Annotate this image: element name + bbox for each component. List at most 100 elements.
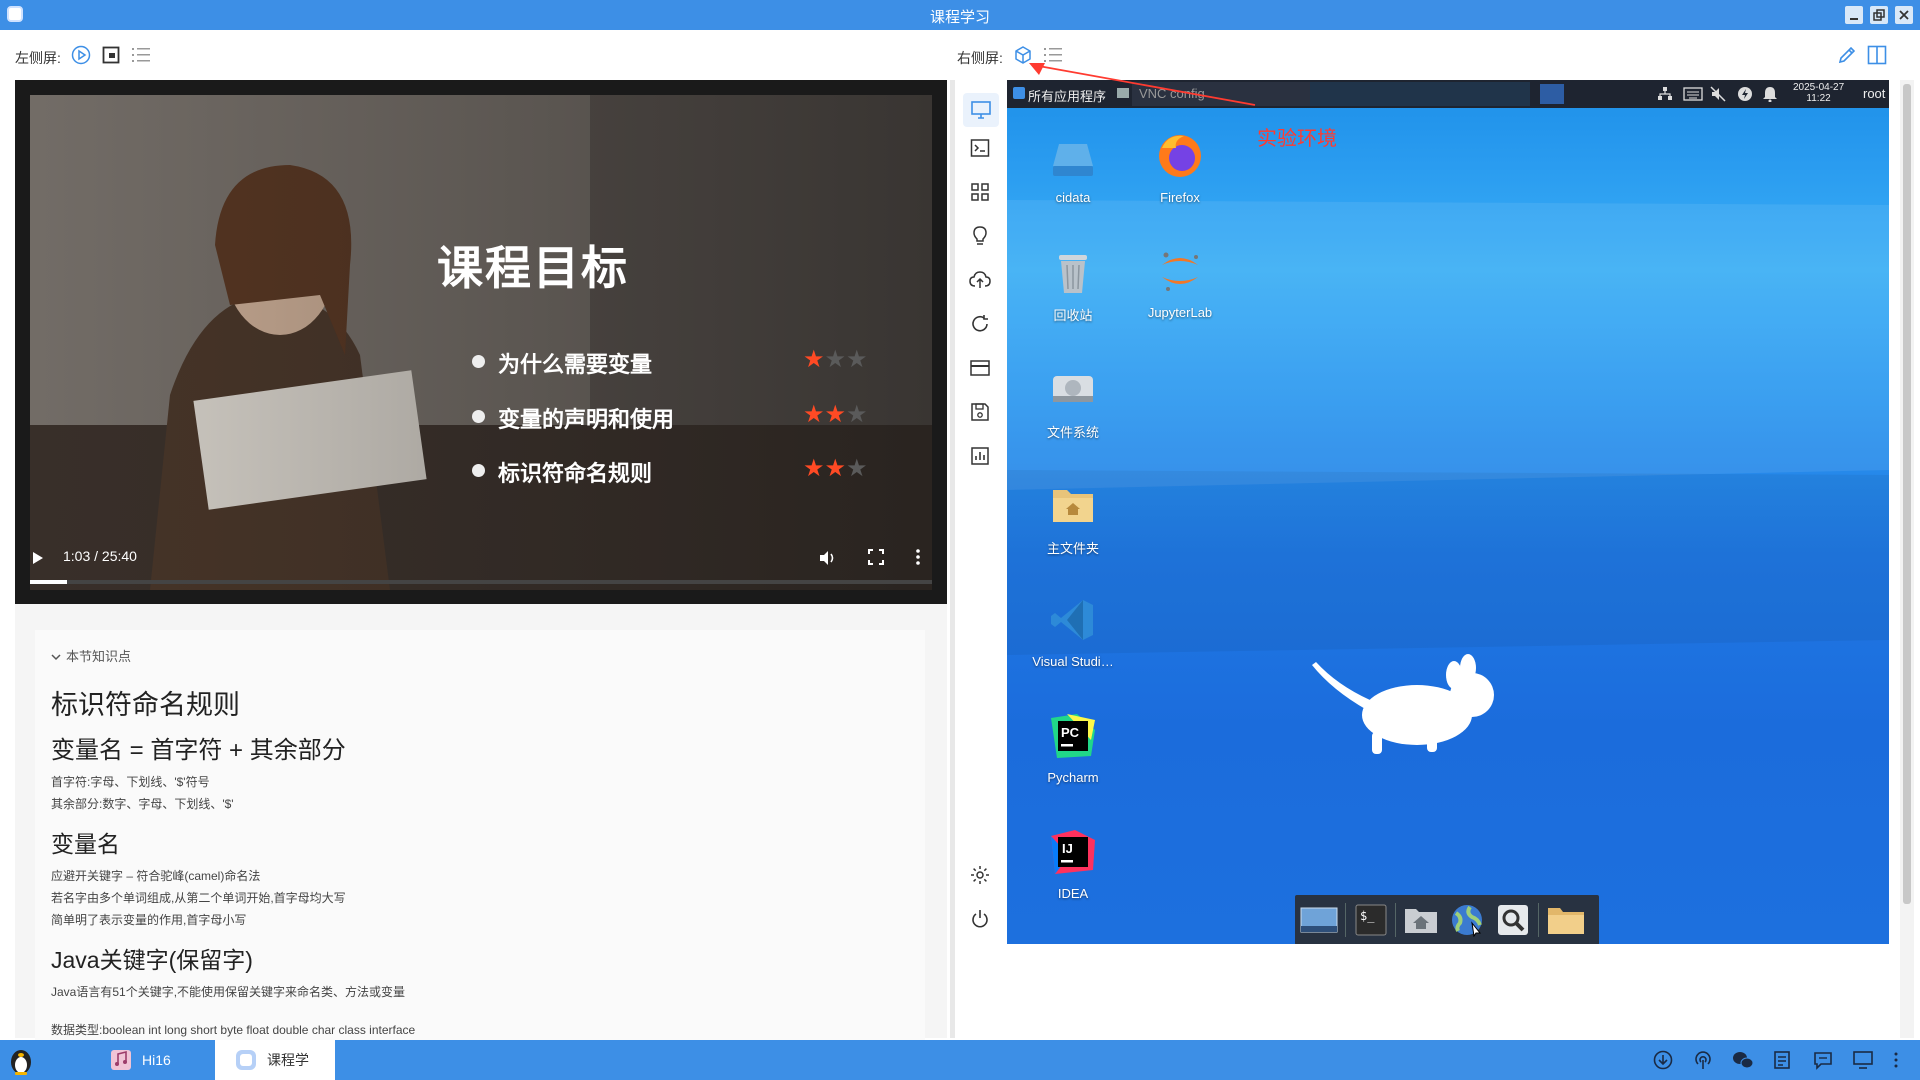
desktop-icon-trash[interactable]: 回收站 — [1023, 245, 1123, 324]
lightbulb-icon[interactable] — [969, 225, 991, 247]
text-line: 其余部分:数字、字母、下划线、'$' — [51, 797, 234, 811]
penguin-icon[interactable] — [6, 1045, 36, 1075]
star-empty-icon: ★ — [846, 455, 868, 482]
wechat-icon[interactable] — [1732, 1049, 1754, 1071]
desktop-icon-idea[interactable]: IJ IDEA — [1023, 826, 1123, 901]
notification-bell-icon[interactable] — [1763, 86, 1777, 102]
text-line: 数据类型:boolean int long short byte float d… — [51, 1023, 416, 1037]
annotation-label: 实验环境 — [1257, 128, 1337, 150]
power-status-icon[interactable] — [1737, 86, 1753, 102]
heading-java-keywords: Java关键字(保留字) — [51, 947, 253, 973]
fullscreen-icon[interactable] — [868, 549, 884, 565]
trash-icon — [1047, 245, 1099, 297]
os-taskbar: Hi16 课程学 — [0, 1040, 1920, 1080]
web-browser-icon[interactable] — [1447, 900, 1487, 940]
video-player[interactable]: 课程目标 为什么需要变量 变量的声明和使用 标识符命名规则 ★★★ ★★★ ★★… — [15, 80, 947, 604]
show-desktop-icon[interactable] — [1299, 900, 1339, 940]
home-folder-icon[interactable] — [1401, 900, 1441, 940]
folder-icon[interactable] — [1546, 900, 1586, 940]
dock-separator — [1345, 903, 1346, 937]
panel-clock[interactable]: 2025-04-27 11:22 — [1793, 82, 1844, 104]
play-circle-icon[interactable] — [70, 44, 92, 66]
svg-text:IJ: IJ — [1062, 841, 1073, 856]
more-icon[interactable] — [1890, 1049, 1902, 1071]
text-line: 若名字由多个单词组成,从第二个单词开始,首字母均大写 — [51, 891, 346, 905]
whisker-menu-icon[interactable] — [1013, 87, 1025, 99]
minimize-icon[interactable] — [1845, 6, 1863, 24]
toolbar: 左侧屏: 右侧屏: — [0, 30, 1920, 80]
desktop-icon-vscode[interactable]: Visual Studi… — [1023, 594, 1123, 669]
mute-icon[interactable] — [1710, 86, 1726, 102]
search-icon[interactable] — [1493, 900, 1533, 940]
list-icon[interactable] — [130, 44, 152, 66]
knowledge-header[interactable]: 本节知识点 — [51, 646, 909, 665]
star-filled-icon: ★ — [803, 455, 825, 482]
apps-grid-icon[interactable] — [969, 181, 991, 203]
desktop-icon-cidata[interactable]: cidata — [1023, 130, 1123, 205]
text-line: 应避开关键字 – 符合驼峰(camel)命名法 — [51, 869, 261, 883]
cloud-upload-icon[interactable] — [969, 269, 991, 291]
knowledge-header-label: 本节知识点 — [66, 649, 132, 664]
terminal-icon[interactable]: $_ — [1351, 900, 1391, 940]
app-icon — [236, 1050, 256, 1070]
user-label[interactable]: root — [1863, 86, 1885, 101]
title-bar: 课程学习 — [0, 0, 1920, 30]
idea-icon: IJ — [1047, 826, 1099, 878]
firefox-icon — [1154, 130, 1206, 182]
task-hi16[interactable]: Hi16 — [110, 1040, 210, 1080]
desktop-icon-firefox[interactable]: Firefox — [1130, 130, 1230, 205]
svg-text:$_: $_ — [1360, 909, 1375, 923]
rating-stars-2: ★★★ — [803, 400, 868, 429]
scrollbar-thumb[interactable] — [1903, 84, 1911, 904]
split-view-icon[interactable] — [1866, 44, 1888, 66]
refresh-icon[interactable] — [969, 313, 991, 335]
pencil-icon[interactable] — [1836, 44, 1858, 66]
chat-icon[interactable] — [1812, 1049, 1834, 1071]
download-icon[interactable] — [1652, 1049, 1674, 1071]
window-title: 课程学习 — [929, 9, 990, 26]
hotspot-icon[interactable] — [1692, 1049, 1714, 1071]
card-icon[interactable] — [969, 357, 991, 379]
workspace-switcher[interactable] — [1540, 84, 1564, 104]
browser-icon[interactable] — [100, 44, 122, 66]
remote-desktop[interactable]: 所有应用程序 VNC config 2025-04-27 11:22 root — [1007, 80, 1889, 944]
right-screen-label: 右侧屏: — [957, 50, 1003, 66]
right-scrollbar[interactable] — [1900, 80, 1914, 1038]
star-filled-icon: ★ — [803, 401, 825, 428]
dock-separator — [1395, 903, 1396, 937]
settings-icon[interactable] — [969, 864, 991, 886]
chart-icon[interactable] — [969, 445, 991, 467]
desktop-icon-home[interactable]: 主文件夹 — [1023, 478, 1123, 557]
star-filled-icon: ★ — [803, 346, 825, 373]
music-icon — [111, 1050, 131, 1070]
restore-icon[interactable] — [1870, 6, 1888, 24]
power-icon[interactable] — [969, 908, 991, 930]
close-icon[interactable] — [1895, 6, 1913, 24]
video-progress-bar[interactable] — [30, 580, 932, 584]
star-empty-icon: ★ — [824, 346, 847, 373]
play-icon[interactable] — [31, 551, 45, 565]
save-icon[interactable] — [969, 401, 991, 423]
reader-icon[interactable] — [1772, 1049, 1794, 1071]
volume-icon[interactable] — [818, 549, 836, 567]
text-line: Java语言有51个关键字,不能使用保留关键字来命名类、方法或变量 — [51, 985, 406, 999]
harddisk-icon — [1047, 362, 1099, 414]
desktop-icon-jupyterlab[interactable]: JupyterLab — [1130, 245, 1230, 320]
desktop-icon-filesystem[interactable]: 文件系统 — [1023, 362, 1123, 441]
task-course[interactable]: 课程学 — [215, 1040, 335, 1080]
chevron-down-icon — [51, 654, 61, 661]
more-options-icon[interactable] — [916, 549, 920, 565]
rating-stars-1: ★★★ — [803, 345, 868, 374]
home-folder-icon — [1047, 478, 1099, 530]
pycharm-icon: PC — [1047, 710, 1099, 762]
heading-variable-name: 变量名 — [51, 831, 120, 857]
network-icon[interactable] — [1657, 86, 1673, 102]
terminal-icon[interactable] — [969, 137, 991, 159]
keyboard-icon[interactable] — [1683, 87, 1703, 101]
desktop-icon-pycharm[interactable]: PC Pycharm — [1023, 710, 1123, 785]
jupyter-icon — [1154, 245, 1206, 297]
taskbar-empty-slot — [1310, 82, 1530, 106]
video-background-image — [30, 95, 932, 590]
monitor-icon[interactable] — [963, 93, 999, 127]
display-icon[interactable] — [1852, 1049, 1874, 1071]
